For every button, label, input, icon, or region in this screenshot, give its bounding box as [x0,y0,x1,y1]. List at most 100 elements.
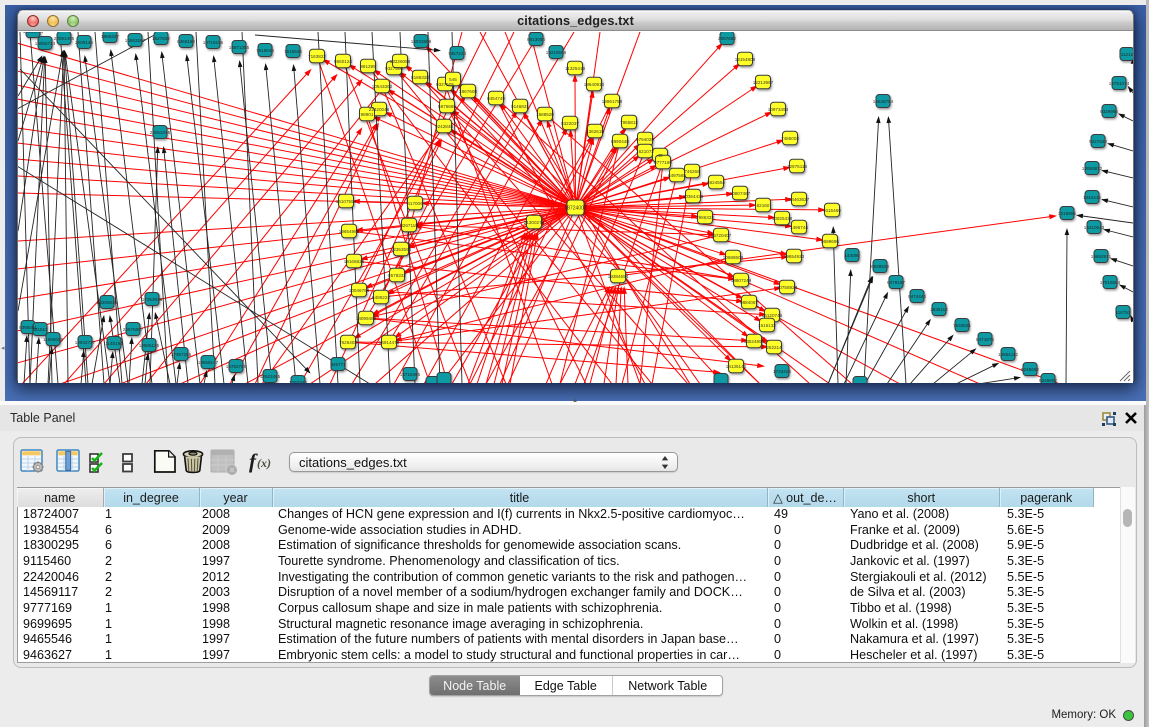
svg-text:11325419: 11325419 [565,66,586,71]
svg-text:546: 546 [449,77,457,82]
svg-text:12505135: 12505135 [139,343,160,348]
svg-text:7163822: 7163822 [308,54,326,59]
svg-text:9794028: 9794028 [636,137,654,142]
svg-text:2009146: 2009146 [75,40,93,45]
svg-text:9146821: 9146821 [511,104,529,109]
svg-text:17357255: 17357255 [171,352,192,357]
svg-text:8186328: 8186328 [411,75,429,80]
svg-text:9115460: 9115460 [823,208,841,213]
svg-text:10653267: 10653267 [125,38,146,43]
svg-text:(x): (x) [257,456,271,470]
svg-text:8990448: 8990448 [611,139,629,144]
svg-text:17016504: 17016504 [1100,280,1121,285]
svg-text:6379197: 6379197 [887,280,905,285]
svg-text:1292346: 1292346 [289,380,307,383]
svg-text:8813054: 8813054 [527,37,545,42]
svg-text:8454749: 8454749 [487,96,505,101]
svg-text:16914479: 16914479 [379,340,400,345]
svg-text:3267110: 3267110 [400,223,418,228]
svg-text:7515546: 7515546 [256,48,274,53]
svg-text:14463627: 14463627 [789,197,810,202]
svg-text:9327505: 9327505 [436,82,454,87]
svg-text:98901: 98901 [361,112,374,117]
svg-text:5498222: 5498222 [372,295,390,300]
svg-text:21300273: 21300273 [524,220,545,225]
svg-text:1621072: 1621072 [636,149,654,154]
svg-text:8660124: 8660124 [334,59,352,64]
svg-text:6466160: 6466160 [177,39,195,44]
svg-text:14055724: 14055724 [23,32,44,34]
svg-text:18640910: 18640910 [584,82,605,87]
svg-text:14136141: 14136141 [726,364,747,369]
svg-text:16107554: 16107554 [336,199,357,204]
svg-text:3624554: 3624554 [707,180,725,185]
svg-text:7485003: 7485003 [781,136,799,141]
svg-text:7625402: 7625402 [339,340,357,345]
svg-text:2087682: 2087682 [718,36,736,41]
svg-text:16782759: 16782759 [226,364,247,369]
svg-text:9329966: 9329966 [1100,109,1118,114]
svg-text:2867608: 2867608 [459,89,477,94]
svg-text:10654112: 10654112 [998,352,1019,357]
svg-text:9474444: 9474444 [908,294,926,299]
svg-text:16671355: 16671355 [229,45,250,50]
svg-text:19384554: 19384554 [608,274,629,279]
svg-text:746266: 746266 [684,169,700,174]
svg-text:13226058: 13226058 [390,59,411,64]
svg-text:12353594: 12353594 [391,247,412,252]
svg-text:16648784: 16648784 [873,99,894,104]
svg-text:116753: 116753 [1116,310,1131,315]
svg-text:1495744: 1495744 [790,225,808,230]
svg-text:8322037: 8322037 [561,121,579,126]
svg-text:9884067: 9884067 [740,300,758,305]
svg-text:14099489: 14099489 [356,316,377,321]
svg-text:10973493: 10973493 [768,107,789,112]
svg-text:16961758: 16961758 [602,99,623,104]
svg-text:20364436: 20364436 [683,194,704,199]
svg-text:45: 45 [657,153,663,158]
svg-text:14055724: 14055724 [35,41,56,46]
svg-text:12942737: 12942737 [75,340,96,345]
svg-text:11568629: 11568629 [43,337,64,342]
svg-text:10719155: 10719155 [203,40,224,45]
svg-text:20053346: 20053346 [150,130,171,135]
svg-text:15751074: 15751074 [1109,81,1130,86]
svg-text:8578332: 8578332 [388,273,406,278]
svg-text:16154808: 16154808 [735,57,756,62]
svg-text:8471676: 8471676 [976,337,994,342]
svg-text:19958147: 19958147 [198,360,219,365]
svg-text:8938923: 8938923 [871,264,889,269]
svg-text:7632621: 7632621 [953,323,971,328]
svg-text:20975887: 20975887 [123,327,144,332]
svg-text:19166825: 19166825 [344,259,365,264]
svg-text:19654985: 19654985 [339,229,360,234]
svg-text:7357224: 7357224 [448,51,466,56]
svg-text:10688609: 10688609 [723,255,744,260]
svg-text:1362615: 1362615 [586,129,604,134]
svg-text:3215955: 3215955 [1058,211,1076,216]
svg-text:9327506: 9327506 [385,66,403,71]
svg-text:7986322: 7986322 [696,215,714,220]
svg-text:252214: 252214 [766,345,782,350]
svg-text:20206538: 20206538 [97,300,118,305]
svg-text:9242845: 9242845 [435,124,453,129]
svg-text:1615132: 1615132 [758,323,776,328]
svg-text:16210643: 16210643 [1084,225,1105,230]
svg-text:10543362: 10543362 [372,84,393,89]
svg-text:10807487: 10807487 [730,191,751,196]
svg-text:891295: 891295 [360,64,376,69]
svg-text:12093872: 12093872 [1082,166,1103,171]
svg-text:15720407: 15720407 [711,233,732,238]
svg-text:16120746: 16120746 [762,313,783,318]
svg-text:18807249: 18807249 [731,278,752,283]
svg-text:11212: 11212 [1121,52,1133,57]
svg-text:945771: 945771 [330,362,346,367]
svg-text:19654923: 19654923 [784,254,805,259]
svg-text:12213967: 12213967 [753,80,774,85]
svg-text:7515526: 7515526 [284,49,302,54]
svg-text:1733426: 1733426 [773,369,791,374]
svg-text:10025438: 10025438 [772,216,793,221]
svg-text:20756928: 20756928 [777,285,798,290]
svg-text:12923465: 12923465 [260,374,281,379]
svg-text:0699695: 0699695 [821,239,839,244]
